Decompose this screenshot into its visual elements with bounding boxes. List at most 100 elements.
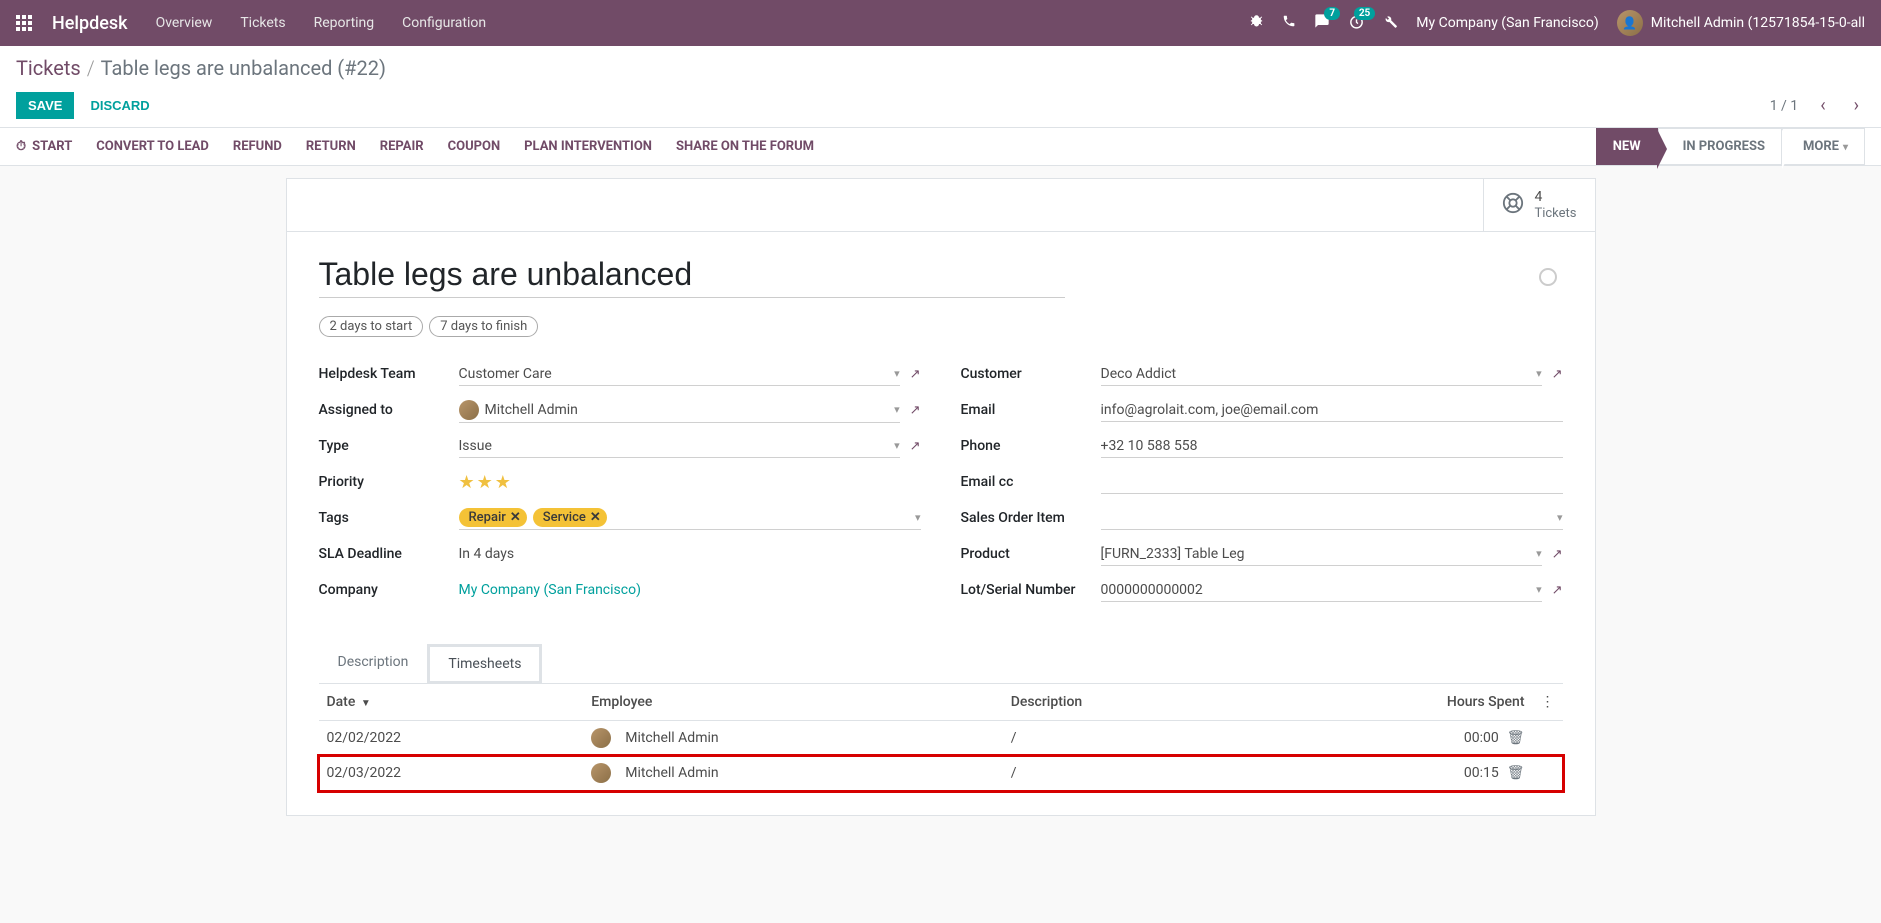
table-row[interactable]: 02/03/2022 Mitchell Admin / 00:15🗑 xyxy=(319,756,1563,791)
user-name: Mitchell Admin (12571854-15-0-all xyxy=(1651,15,1865,31)
company-selector[interactable]: My Company (San Francisco) xyxy=(1416,15,1598,31)
status-new-button[interactable]: NEW xyxy=(1596,128,1658,165)
status-in-progress-button[interactable]: IN PROGRESS xyxy=(1658,128,1782,165)
assigned-field[interactable]: Mitchell Admin ▾ xyxy=(459,398,900,423)
col-description[interactable]: Description xyxy=(1003,684,1259,721)
cell-description[interactable]: / xyxy=(1003,756,1259,791)
external-link-icon[interactable]: ↗ xyxy=(910,403,921,418)
tag-remove-icon[interactable]: ✕ xyxy=(510,510,521,525)
tags-label: Tags xyxy=(319,510,459,526)
cell-date[interactable]: 02/02/2022 xyxy=(319,721,584,756)
sales-order-label: Sales Order Item xyxy=(961,510,1101,526)
dropdown-icon[interactable]: ▾ xyxy=(1536,583,1542,596)
save-button[interactable]: SAVE xyxy=(16,92,74,119)
share-forum-button[interactable]: SHARE ON THE FORUM xyxy=(676,139,814,154)
company-label: Company xyxy=(319,582,459,598)
external-link-icon[interactable]: ↗ xyxy=(910,439,921,454)
timer-icon[interactable]: 25 xyxy=(1348,13,1365,34)
dropdown-icon[interactable]: ▾ xyxy=(1536,547,1542,560)
return-button[interactable]: RETURN xyxy=(306,139,356,154)
employee-avatar-icon xyxy=(591,763,611,783)
product-field[interactable]: [FURN_2333] Table Leg ▾ xyxy=(1101,542,1542,566)
plan-intervention-button[interactable]: PLAN INTERVENTION xyxy=(524,139,652,154)
trash-icon[interactable]: 🗑 xyxy=(1507,730,1525,746)
customer-field[interactable]: Deco Addict ▾ xyxy=(1101,362,1542,386)
dropdown-icon[interactable]: ▾ xyxy=(894,403,900,416)
col-employee[interactable]: Employee xyxy=(583,684,1002,721)
tags-field[interactable]: Repair✕ Service✕ ▾ xyxy=(459,506,921,530)
lot-field[interactable]: 0000000000002 ▾ xyxy=(1101,578,1542,602)
tag-repair[interactable]: Repair✕ xyxy=(459,508,527,527)
external-link-icon[interactable]: ↗ xyxy=(910,367,921,382)
convert-to-lead-button[interactable]: CONVERT TO LEAD xyxy=(96,139,209,154)
breadcrumb-parent[interactable]: Tickets xyxy=(16,56,81,80)
nav-overview[interactable]: Overview xyxy=(156,15,213,31)
cell-date[interactable]: 02/03/2022 xyxy=(319,756,584,791)
tag-service[interactable]: Service✕ xyxy=(533,508,607,527)
phone-icon[interactable] xyxy=(1282,14,1296,32)
dropdown-icon[interactable]: ▾ xyxy=(915,511,921,524)
apps-icon[interactable] xyxy=(16,15,32,31)
breadcrumb: Tickets / Table legs are unbalanced (#22… xyxy=(16,56,1865,80)
nav-tickets[interactable]: Tickets xyxy=(240,15,285,31)
ticket-title-input[interactable] xyxy=(319,256,1065,298)
star-icon[interactable]: ★ xyxy=(477,472,493,493)
team-field[interactable]: Customer Care ▾ xyxy=(459,362,900,386)
lot-label: Lot/Serial Number xyxy=(961,582,1101,598)
action-bar: ⏱ START CONVERT TO LEAD REFUND RETURN RE… xyxy=(0,128,1881,166)
dropdown-icon[interactable]: ▾ xyxy=(1536,367,1542,380)
pager-prev-icon[interactable]: ‹ xyxy=(1814,95,1831,116)
tools-icon[interactable] xyxy=(1383,14,1398,33)
emailcc-field[interactable] xyxy=(1101,470,1563,494)
nav-reporting[interactable]: Reporting xyxy=(314,15,375,31)
bug-icon[interactable] xyxy=(1249,14,1264,33)
lifebuoy-icon xyxy=(1502,192,1524,218)
external-link-icon[interactable]: ↗ xyxy=(1552,583,1563,598)
cell-hours[interactable]: 00:00🗑 xyxy=(1259,721,1533,756)
dropdown-icon[interactable]: ▾ xyxy=(894,367,900,380)
col-hours[interactable]: Hours Spent xyxy=(1259,684,1533,721)
company-link[interactable]: My Company (San Francisco) xyxy=(459,582,641,598)
stat-count: 4 xyxy=(1534,189,1576,206)
col-date[interactable]: Date ▼ xyxy=(319,684,584,721)
col-actions[interactable]: ⋮ xyxy=(1533,684,1563,721)
dropdown-icon[interactable]: ▾ xyxy=(1557,511,1563,524)
user-menu[interactable]: 👤 Mitchell Admin (12571854-15-0-all xyxy=(1617,10,1865,36)
kanban-state-indicator[interactable] xyxy=(1539,268,1557,286)
repair-button[interactable]: REPAIR xyxy=(380,139,424,154)
status-more-button[interactable]: MORE▾ xyxy=(1782,128,1865,165)
discard-button[interactable]: DISCARD xyxy=(78,92,161,119)
tab-timesheets[interactable]: Timesheets xyxy=(427,644,542,684)
app-brand[interactable]: Helpdesk xyxy=(52,13,128,34)
tab-description[interactable]: Description xyxy=(319,644,428,684)
dropdown-icon[interactable]: ▾ xyxy=(894,439,900,452)
priority-label: Priority xyxy=(319,474,459,490)
cell-description[interactable]: / xyxy=(1003,721,1259,756)
external-link-icon[interactable]: ↗ xyxy=(1552,547,1563,562)
breadcrumb-separator: / xyxy=(87,56,95,80)
start-pill: 2 days to start xyxy=(319,316,424,337)
star-icon[interactable]: ★ xyxy=(495,472,511,493)
start-button[interactable]: ⏱ START xyxy=(16,139,72,154)
cell-employee[interactable]: Mitchell Admin xyxy=(583,721,1002,756)
messages-icon[interactable]: 7 xyxy=(1314,13,1330,33)
email-field[interactable]: info@agrolait.com, joe@email.com xyxy=(1101,398,1563,422)
refund-button[interactable]: REFUND xyxy=(233,139,282,154)
type-field[interactable]: Issue ▾ xyxy=(459,434,900,458)
table-row[interactable]: 02/02/2022 Mitchell Admin / 00:00🗑 xyxy=(319,721,1563,756)
user-avatar-icon: 👤 xyxy=(1617,10,1643,36)
sales-order-field[interactable]: ▾ xyxy=(1101,506,1563,530)
cell-hours[interactable]: 00:15🗑 xyxy=(1259,756,1533,791)
star-icon[interactable]: ★ xyxy=(459,472,475,493)
tag-remove-icon[interactable]: ✕ xyxy=(590,510,601,525)
trash-icon[interactable]: 🗑 xyxy=(1507,765,1525,781)
pager-next-icon[interactable]: › xyxy=(1848,95,1865,116)
priority-stars[interactable]: ★ ★ ★ xyxy=(459,472,511,493)
tickets-stat-button[interactable]: 4 Tickets xyxy=(1483,179,1594,231)
timer-badge: 25 xyxy=(1354,7,1375,20)
cell-employee[interactable]: Mitchell Admin xyxy=(583,756,1002,791)
coupon-button[interactable]: COUPON xyxy=(448,139,501,154)
nav-configuration[interactable]: Configuration xyxy=(402,15,486,31)
phone-field[interactable]: +32 10 588 558 xyxy=(1101,434,1563,458)
external-link-icon[interactable]: ↗ xyxy=(1552,367,1563,382)
